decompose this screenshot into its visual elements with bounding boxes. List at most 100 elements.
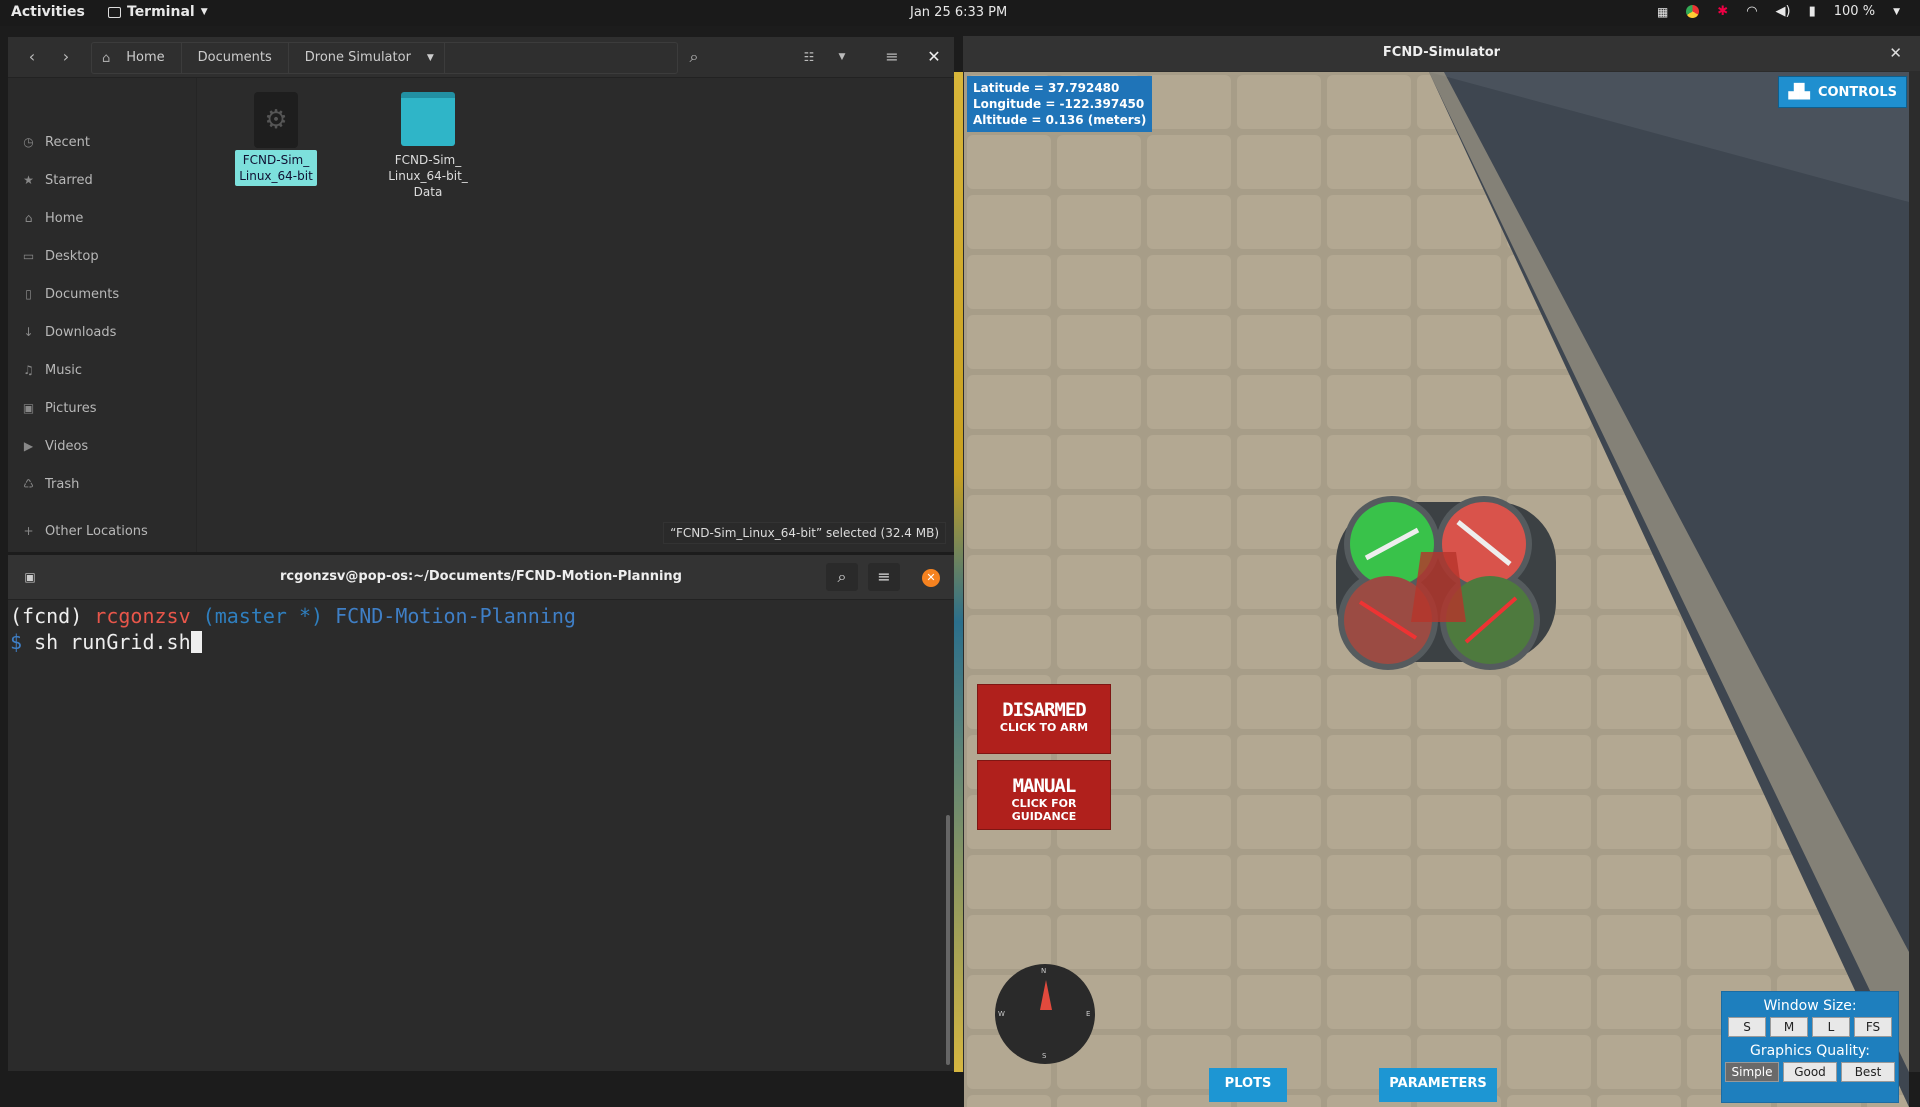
terminal-icon — [108, 6, 121, 18]
clock[interactable]: Jan 25 6:33 PM — [910, 5, 1007, 20]
arm-button[interactable]: DISARMED CLICK TO ARM — [977, 684, 1111, 754]
close-icon[interactable]: ✕ — [918, 43, 950, 71]
battery-level: 100 % — [1833, 4, 1876, 19]
graphics-best[interactable]: Best — [1841, 1062, 1895, 1082]
battery-icon[interactable]: ▮ — [1809, 4, 1816, 19]
controls-icon: ▟▙ — [1788, 84, 1810, 100]
sidebar-item-downloads[interactable]: ↓ Downloads — [22, 321, 116, 343]
back-icon[interactable]: ‹ — [16, 43, 48, 71]
longitude: Longitude = -122.397450 — [973, 97, 1145, 111]
altitude: Altitude = 0.136 (meters) — [973, 113, 1147, 127]
breadcrumb-drone-simulator[interactable]: Drone Simulator — [289, 43, 427, 73]
controls-button[interactable]: ▟▙ CONTROLS — [1778, 76, 1907, 108]
folder-icon — [401, 92, 455, 146]
flight-mode: MANUAL — [1012, 775, 1077, 797]
list-view-icon[interactable]: ☷ — [793, 43, 825, 71]
close-icon[interactable]: ✕ — [1889, 36, 1902, 70]
latitude: Latitude = 37.792480 — [973, 81, 1120, 95]
menu-icon[interactable]: ≡ — [868, 563, 900, 591]
layout-icon[interactable]: ▦ — [1657, 5, 1668, 19]
executable-file-icon: ⚙ — [254, 92, 298, 148]
clock-icon: ◷ — [23, 135, 34, 149]
top-bar: Activities Terminal ▼ Jan 25 6:33 PM ▦ ✱… — [0, 0, 1920, 26]
scrollbar[interactable] — [946, 815, 950, 1065]
simulator-viewport[interactable]: Latitude = 37.792480 Longitude = -122.39… — [964, 72, 1909, 1107]
guidance-button[interactable]: MANUAL CLICK FOR GUIDANCE — [977, 760, 1111, 830]
chevron-down-icon[interactable]: ▼ — [427, 43, 445, 73]
chevron-down-icon: ▼ — [200, 7, 208, 17]
compass-west: W — [998, 1010, 1005, 1018]
command-text: sh runGrid.sh — [34, 630, 191, 654]
chrome-icon[interactable] — [1686, 5, 1700, 18]
sidebar-item-music[interactable]: ♫ Music — [22, 359, 82, 381]
window-size-m[interactable]: M — [1770, 1017, 1808, 1037]
volume-icon[interactable]: ◀) — [1776, 4, 1791, 19]
search-icon[interactable]: ⌕ — [826, 563, 858, 591]
terminal-titlebar: ▣ rcgonzsv@pop-os:~/Documents/FCND-Motio… — [8, 555, 954, 600]
download-icon: ↓ — [23, 325, 34, 339]
search-icon[interactable]: ⌕ — [678, 43, 710, 71]
breadcrumb: ⌂ Home Documents Drone Simulator ▼ — [91, 42, 678, 74]
sidebar-item-pictures[interactable]: ▣ Pictures — [22, 397, 97, 419]
sidebar-item-other-locations[interactable]: + Other Locations — [22, 520, 147, 542]
file-label: FCND-Sim_ Linux_64-bit_ Data — [388, 153, 468, 199]
sidebar-item-trash[interactable]: ♺ Trash — [22, 473, 79, 495]
breadcrumb-documents[interactable]: Documents — [182, 43, 289, 73]
file-item-executable[interactable]: ⚙ FCND-Sim_ Linux_64-bit — [226, 92, 326, 186]
window-size-options: S M L FS — [1722, 1017, 1898, 1037]
git-branch: (master *) — [202, 604, 324, 628]
desktop-icon: ▭ — [22, 249, 35, 263]
menu-icon[interactable]: ≡ — [876, 43, 908, 71]
cursor — [190, 631, 202, 653]
terminal-window[interactable]: ▣ rcgonzsv@pop-os:~/Documents/FCND-Motio… — [8, 555, 954, 1071]
simulator-window: FCND-Simulator ✕ Latitude = 37.792480 Lo… — [963, 36, 1920, 1107]
graphics-quality-label: Graphics Quality: — [1750, 1043, 1870, 1059]
quadcopter — [1336, 496, 1556, 670]
music-icon: ♫ — [23, 363, 34, 377]
graphics-simple[interactable]: Simple — [1725, 1062, 1779, 1082]
sidebar-item-desktop[interactable]: ▭ Desktop — [22, 245, 99, 267]
graphics-good[interactable]: Good — [1783, 1062, 1837, 1082]
file-item-folder[interactable]: FCND-Sim_ Linux_64-bit_ Data — [378, 92, 478, 202]
sidebar-item-recent[interactable]: ◷ Recent — [22, 131, 90, 153]
terminal-title: rcgonzsv@pop-os:~/Documents/FCND-Motion-… — [280, 569, 682, 584]
forward-icon[interactable]: › — [50, 43, 82, 71]
chevron-down-icon[interactable]: ▼ — [1893, 7, 1900, 17]
window-size-s[interactable]: S — [1728, 1017, 1766, 1037]
prompt-symbol: $ — [10, 630, 23, 654]
window-size-l[interactable]: L — [1812, 1017, 1850, 1037]
compass: N E S W — [995, 964, 1095, 1064]
file-manager-window: ‹ › ⌂ Home Documents Drone Simulator ▼ ⌕… — [8, 37, 954, 552]
system-tray[interactable]: ▦ ✱ ◠ ◀) ▮ 100 % ▼ — [1657, 4, 1900, 19]
prompt-line: (fcnd) rcgonzsv (master *) FCND-Motion-P… — [10, 603, 940, 629]
sidebar-item-documents[interactable]: ▯ Documents — [22, 283, 119, 305]
graphics-quality-options: Simple Good Best — [1722, 1062, 1898, 1082]
parameters-button[interactable]: PARAMETERS — [1379, 1068, 1497, 1102]
star-icon: ★ — [23, 173, 34, 187]
window-size-fs[interactable]: FS — [1854, 1017, 1892, 1037]
compass-south: S — [1042, 1052, 1047, 1060]
file-toolbar: ‹ › ⌂ Home Documents Drone Simulator ▼ ⌕… — [8, 37, 954, 78]
sidebar-item-home[interactable]: ⌂ Home — [22, 207, 84, 229]
background-window-edge — [954, 72, 963, 1072]
file-label: FCND-Sim_ Linux_64-bit — [235, 150, 317, 186]
armed-status: DISARMED — [1002, 699, 1087, 721]
app-menu[interactable]: Terminal ▼ — [108, 4, 208, 20]
terminal-output[interactable]: (fcnd) rcgonzsv (master *) FCND-Motion-P… — [8, 603, 940, 1063]
wifi-icon[interactable]: ◠ — [1746, 4, 1757, 19]
compass-needle — [1040, 980, 1052, 1010]
arm-hint: CLICK TO ARM — [999, 721, 1089, 734]
slack-icon[interactable]: ✱ — [1717, 4, 1728, 19]
compass-east: E — [1086, 1010, 1091, 1018]
mode-hint: CLICK FOR GUIDANCE — [1011, 797, 1077, 823]
plots-button[interactable]: PLOTS — [1209, 1068, 1287, 1102]
app-name: Terminal — [127, 4, 195, 20]
activities-button[interactable]: Activities — [11, 4, 85, 20]
plus-icon: + — [23, 524, 34, 538]
close-icon[interactable]: ✕ — [922, 569, 940, 587]
view-options-icon[interactable]: ▼ — [826, 43, 858, 71]
sidebar-item-videos[interactable]: ▶ Videos — [22, 435, 88, 457]
sidebar-item-starred[interactable]: ★ Starred — [22, 169, 93, 191]
prompt-dir: FCND-Motion-Planning — [335, 604, 576, 628]
breadcrumb-home[interactable]: Home — [110, 43, 182, 73]
